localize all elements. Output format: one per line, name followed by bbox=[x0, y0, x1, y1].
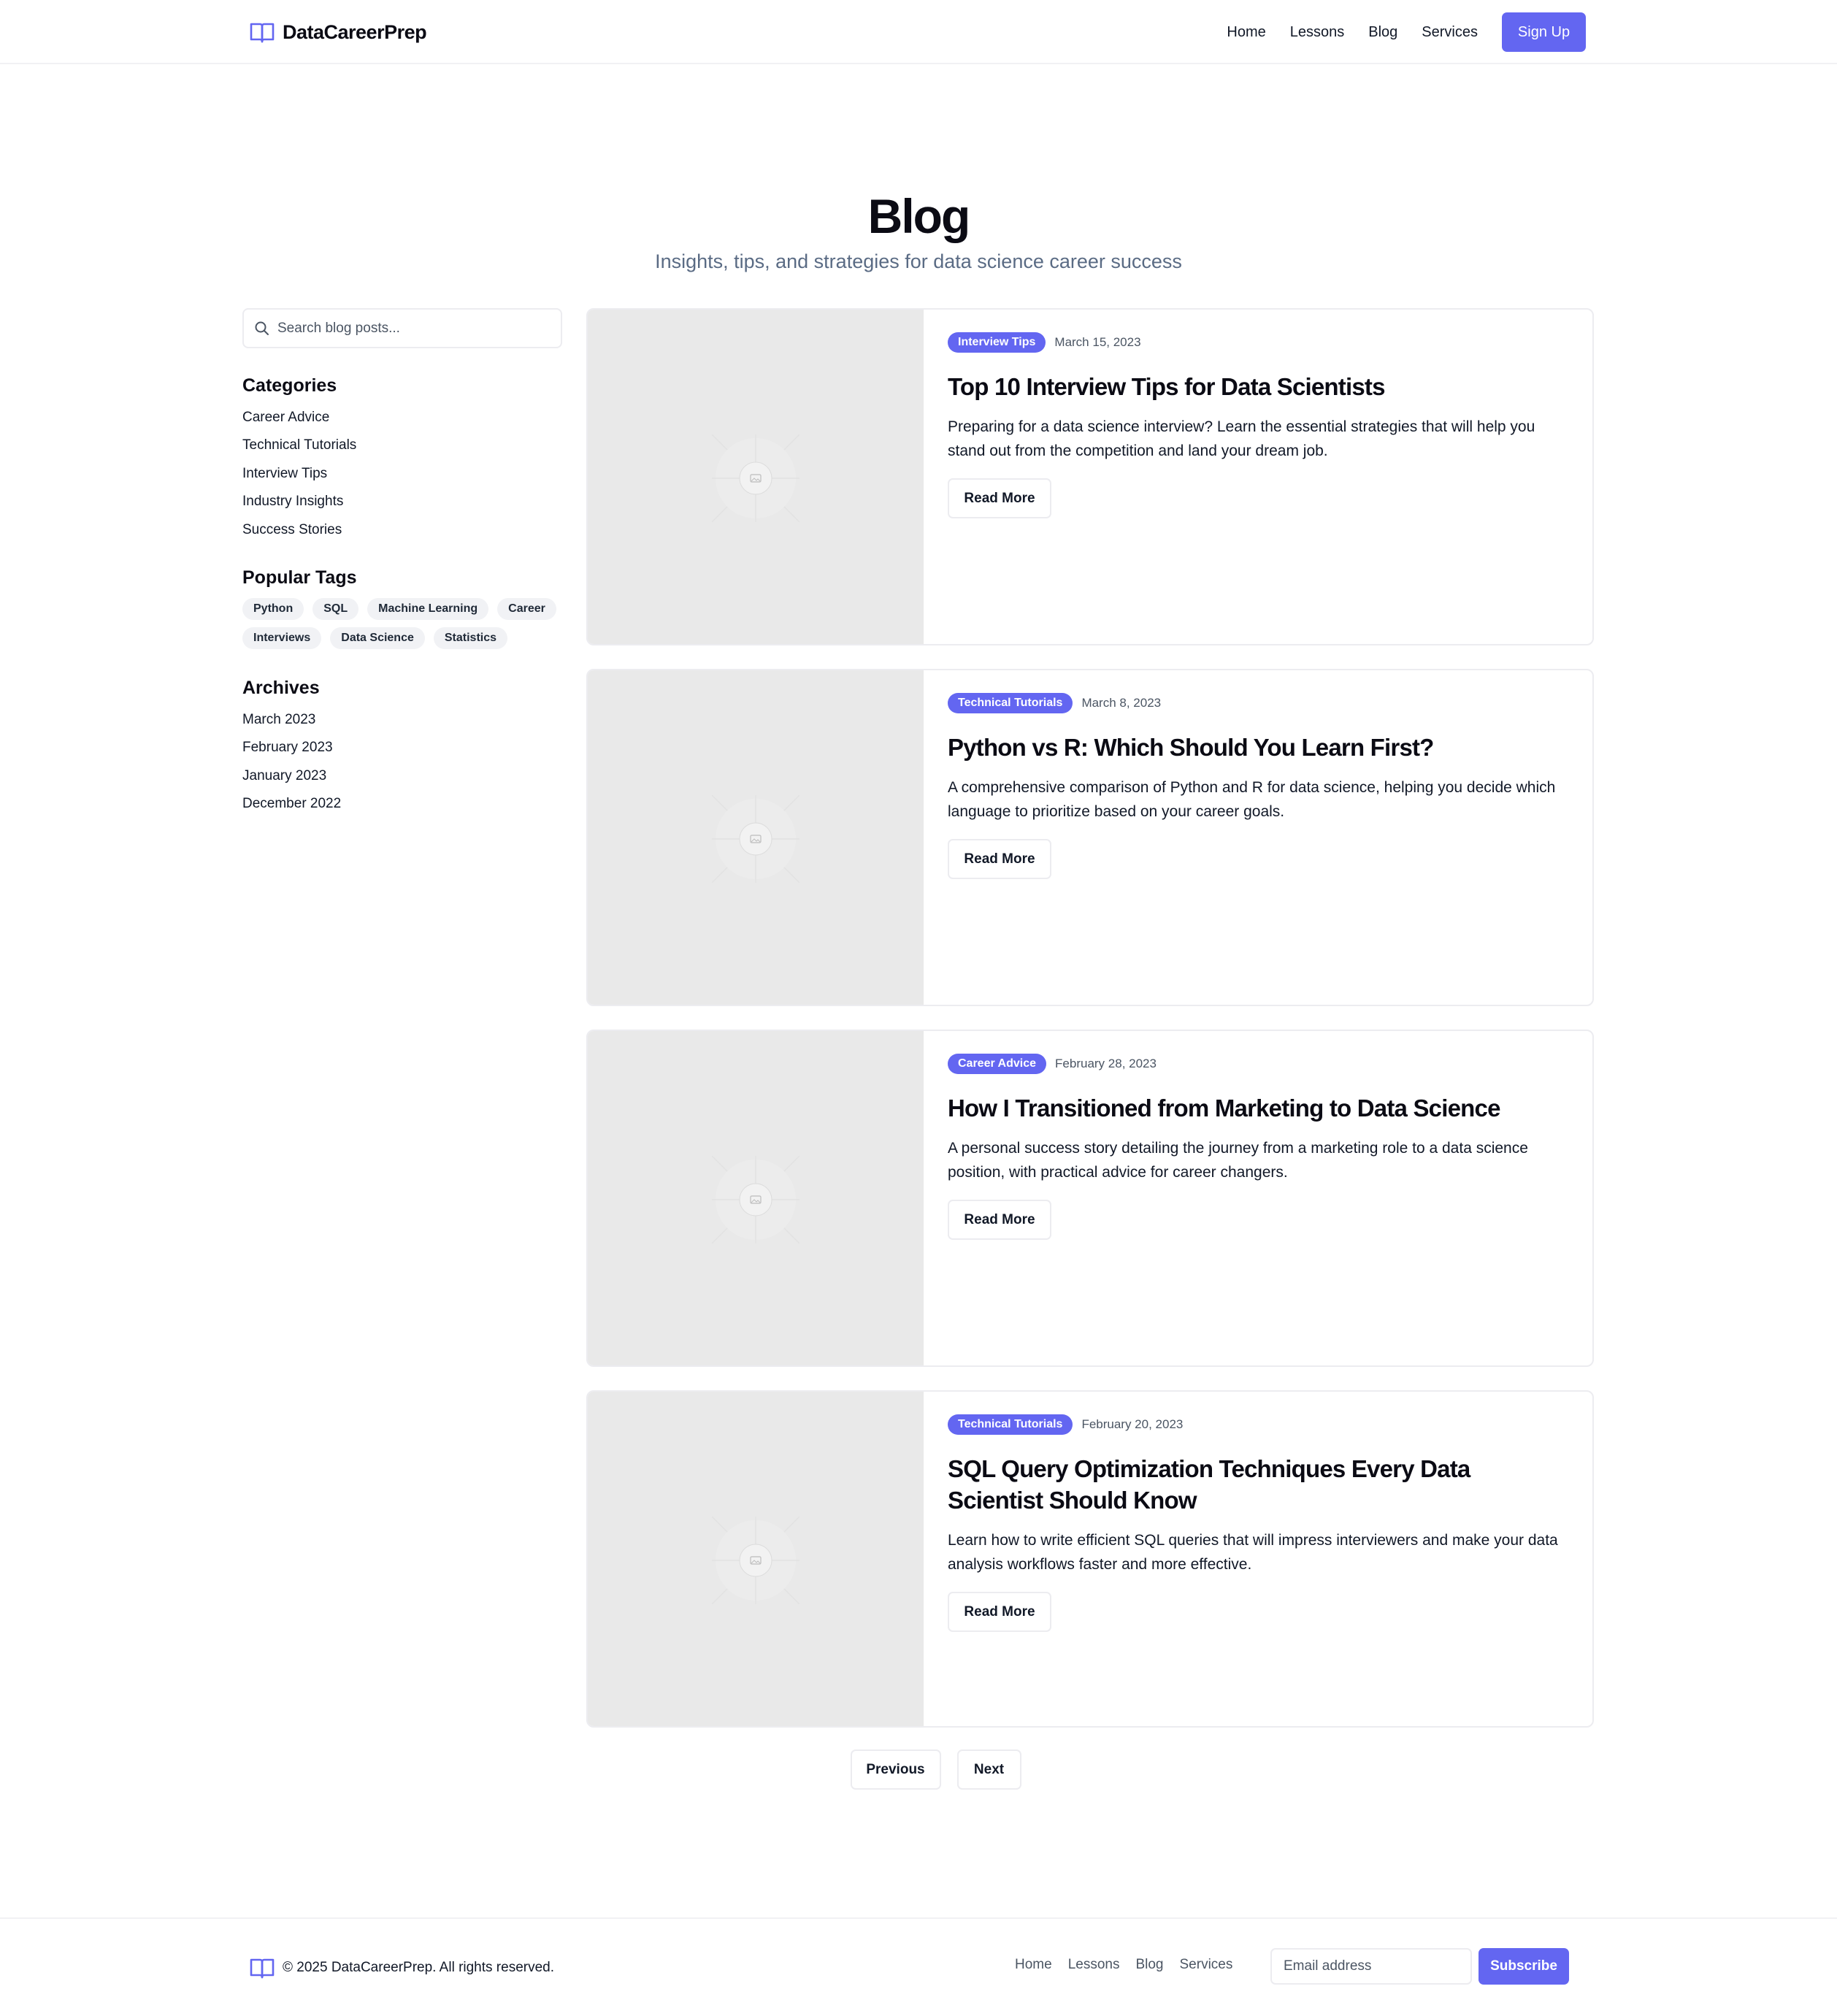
post-title[interactable]: Top 10 Interview Tips for Data Scientist… bbox=[948, 371, 1571, 402]
page-title: Blog bbox=[867, 189, 971, 243]
blog-post-card: Career Advice February 28, 2023 How I Tr… bbox=[586, 1030, 1594, 1367]
footer-nav: Home Lessons Blog Services bbox=[1015, 1957, 1249, 1973]
post-thumbnail bbox=[588, 1031, 924, 1365]
image-placeholder-icon bbox=[712, 1156, 799, 1243]
image-placeholder-icon bbox=[712, 434, 799, 522]
post-thumbnail bbox=[588, 310, 924, 644]
category-badge[interactable]: Interview Tips bbox=[948, 332, 1046, 353]
search-box[interactable] bbox=[242, 308, 562, 348]
read-more-button[interactable]: Read More bbox=[948, 1200, 1051, 1240]
post-excerpt: Preparing for a data science interview? … bbox=[948, 418, 1535, 459]
tag-chip[interactable]: Statistics bbox=[433, 627, 508, 649]
tag-chip[interactable]: SQL bbox=[312, 598, 359, 620]
brand-name: DataCareerPrep bbox=[283, 20, 427, 43]
tag-chip[interactable]: Interviews bbox=[242, 627, 322, 649]
footer-nav-lessons[interactable]: Lessons bbox=[1068, 1957, 1120, 1973]
post-date: March 8, 2023 bbox=[1081, 696, 1162, 710]
category-badge[interactable]: Career Advice bbox=[948, 1054, 1047, 1074]
image-placeholder-icon bbox=[712, 1517, 799, 1604]
category-badge[interactable]: Technical Tutorials bbox=[948, 693, 1073, 713]
post-thumbnail bbox=[588, 670, 924, 1005]
archive-link[interactable]: February 2023 bbox=[242, 734, 341, 762]
next-page-button[interactable]: Next bbox=[956, 1749, 1021, 1790]
category-link[interactable]: Career Advice bbox=[242, 404, 356, 432]
nav-home[interactable]: Home bbox=[1227, 24, 1265, 41]
category-link[interactable]: Technical Tutorials bbox=[242, 432, 356, 459]
post-excerpt: A personal success story detailing the j… bbox=[948, 1140, 1528, 1181]
category-link[interactable]: Interview Tips bbox=[242, 460, 356, 488]
nav-services[interactable]: Services bbox=[1422, 24, 1478, 41]
blog-post-card: Interview Tips March 15, 2023 Top 10 Int… bbox=[586, 308, 1594, 645]
archive-link[interactable]: March 2023 bbox=[242, 706, 341, 734]
search-icon bbox=[255, 321, 269, 335]
subscribe-button[interactable]: Subscribe bbox=[1479, 1948, 1569, 1985]
book-open-icon bbox=[250, 1958, 275, 1979]
previous-page-button[interactable]: Previous bbox=[850, 1749, 941, 1790]
tag-chip[interactable]: Career bbox=[497, 598, 556, 620]
post-title[interactable]: How I Transitioned from Marketing to Dat… bbox=[948, 1092, 1571, 1124]
read-more-button[interactable]: Read More bbox=[948, 839, 1051, 879]
categories-list: Career Advice Technical Tutorials Interv… bbox=[242, 404, 356, 544]
site-footer: © 2025 DataCareerPrep. All rights reserv… bbox=[0, 1917, 1837, 2016]
sign-up-button[interactable]: Sign Up bbox=[1502, 12, 1586, 52]
category-badge[interactable]: Technical Tutorials bbox=[948, 1414, 1073, 1435]
category-link[interactable]: Industry Insights bbox=[242, 488, 356, 516]
footer-nav-home[interactable]: Home bbox=[1015, 1957, 1052, 1973]
search-input[interactable] bbox=[277, 320, 555, 337]
post-excerpt: A comprehensive comparison of Python and… bbox=[948, 779, 1556, 820]
nav-lessons[interactable]: Lessons bbox=[1290, 24, 1345, 41]
post-date: February 20, 2023 bbox=[1081, 1417, 1184, 1431]
post-date: February 28, 2023 bbox=[1055, 1057, 1157, 1070]
category-link[interactable]: Success Stories bbox=[242, 516, 356, 544]
archives-heading: Archives bbox=[242, 678, 320, 698]
post-excerpt: Learn how to write efficient SQL queries… bbox=[948, 1532, 1558, 1573]
image-placeholder-icon bbox=[712, 795, 799, 883]
newsletter-email-input[interactable] bbox=[1270, 1948, 1472, 1985]
read-more-button[interactable]: Read More bbox=[948, 1592, 1051, 1632]
footer-nav-blog[interactable]: Blog bbox=[1135, 1957, 1163, 1973]
post-title[interactable]: SQL Query Optimization Techniques Every … bbox=[948, 1453, 1571, 1516]
footer-brand: © 2025 DataCareerPrep. All rights reserv… bbox=[250, 1957, 554, 1979]
tag-cloud: Python SQL Machine Learning Career Inter… bbox=[242, 598, 571, 656]
tags-heading: Popular Tags bbox=[242, 567, 357, 588]
read-more-button[interactable]: Read More bbox=[948, 478, 1051, 518]
post-title[interactable]: Python vs R: Which Should You Learn Firs… bbox=[948, 732, 1571, 763]
tag-chip[interactable]: Data Science bbox=[330, 627, 425, 649]
book-open-icon bbox=[250, 23, 275, 43]
copyright-text: © 2025 DataCareerPrep. All rights reserv… bbox=[283, 1960, 555, 1975]
archive-link[interactable]: December 2022 bbox=[242, 790, 341, 818]
post-thumbnail bbox=[588, 1392, 924, 1726]
site-header: DataCareerPrep Home Lessons Blog Service… bbox=[0, 0, 1837, 64]
tag-chip[interactable]: Python bbox=[242, 598, 304, 620]
footer-nav-services[interactable]: Services bbox=[1180, 1957, 1233, 1973]
nav-blog[interactable]: Blog bbox=[1368, 24, 1397, 41]
archives-list: March 2023 February 2023 January 2023 De… bbox=[242, 706, 341, 819]
blog-post-card: Technical Tutorials March 8, 2023 Python… bbox=[586, 669, 1594, 1006]
categories-heading: Categories bbox=[242, 375, 337, 396]
archive-link[interactable]: January 2023 bbox=[242, 762, 341, 790]
post-date: March 15, 2023 bbox=[1054, 335, 1141, 349]
blog-post-card: Technical Tutorials February 20, 2023 SQ… bbox=[586, 1390, 1594, 1728]
tag-chip[interactable]: Machine Learning bbox=[367, 598, 489, 620]
page-subtitle: Insights, tips, and strategies for data … bbox=[655, 250, 1182, 272]
pagination: Previous Next bbox=[0, 1749, 1837, 1790]
main-nav: Home Lessons Blog Services Sign Up bbox=[1227, 12, 1586, 52]
brand-logo[interactable]: DataCareerPrep bbox=[250, 18, 427, 47]
